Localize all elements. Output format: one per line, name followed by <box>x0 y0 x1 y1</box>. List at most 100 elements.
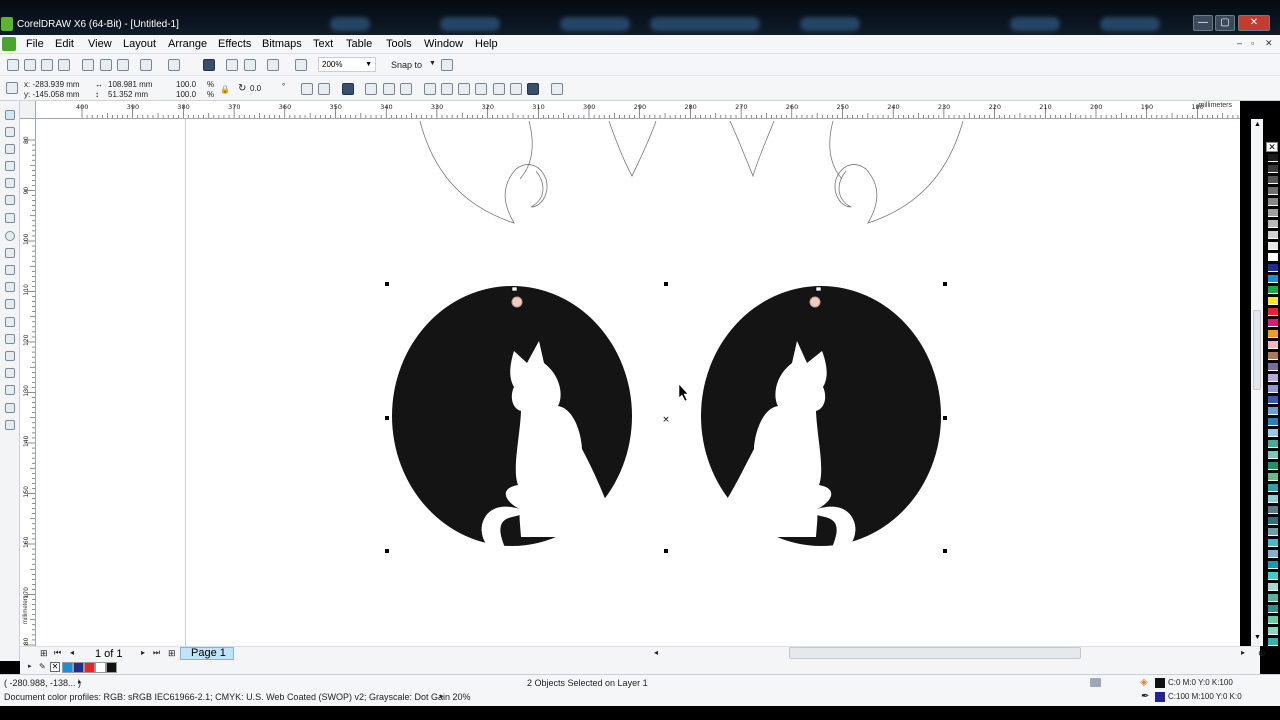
open-icon[interactable] <box>24 59 36 71</box>
text-tool-icon[interactable] <box>5 282 15 292</box>
ruler-origin-corner[interactable] <box>20 101 36 119</box>
doc-minimize-icon[interactable]: – <box>1237 38 1242 48</box>
shape-tool-icon[interactable] <box>5 127 15 137</box>
profiles-menu-icon[interactable]: ▸ <box>440 692 444 700</box>
lock-ratio-icon[interactable]: 🔒 <box>220 85 230 94</box>
back-minus-front-icon[interactable] <box>510 83 522 95</box>
palette-swatch[interactable] <box>1268 341 1278 349</box>
palette-swatch[interactable] <box>1268 539 1278 547</box>
prev-page-icon[interactable]: ◂ <box>70 648 74 657</box>
transparency-tool-icon[interactable] <box>5 368 15 378</box>
doc-palette-menu-icon[interactable]: ▸ <box>28 662 32 670</box>
palette-swatch[interactable] <box>1268 319 1278 327</box>
x-position-field[interactable]: x: -283.939 mm <box>24 80 80 89</box>
cat-disc-left[interactable] <box>392 286 632 551</box>
add-page-after-icon[interactable]: ⊞ <box>168 648 176 659</box>
palette-swatch[interactable] <box>1268 264 1278 272</box>
y-position-field[interactable]: y: -145.058 mm <box>24 90 80 99</box>
palette-swatch[interactable] <box>1268 506 1278 514</box>
palette-swatch[interactable] <box>1268 286 1278 294</box>
scale-y-field[interactable]: 100.0 <box>176 90 196 99</box>
status-info-icon[interactable] <box>1090 678 1101 687</box>
undo-icon[interactable] <box>140 59 152 71</box>
document-palette-swatch[interactable] <box>84 662 95 673</box>
menu-table[interactable]: Table <box>346 38 372 50</box>
palette-swatch[interactable] <box>1268 638 1278 646</box>
freehand-tool-icon[interactable] <box>5 178 15 188</box>
table-tool-icon[interactable] <box>5 299 15 309</box>
palette-swatch[interactable] <box>1268 198 1278 206</box>
outline-pen-tool-icon[interactable] <box>5 403 15 413</box>
palette-swatch[interactable] <box>1268 550 1278 558</box>
selection-center-mark[interactable]: × <box>662 415 670 425</box>
palette-swatch[interactable] <box>1268 528 1278 536</box>
palette-swatch[interactable] <box>1268 385 1278 393</box>
drawing-canvas[interactable]: × <box>36 119 1240 646</box>
palette-swatch[interactable] <box>1268 627 1278 635</box>
new-icon[interactable] <box>7 59 19 71</box>
blend-tool-icon[interactable] <box>5 351 15 361</box>
palette-swatch[interactable] <box>1268 616 1278 624</box>
palette-swatch[interactable] <box>1268 352 1278 360</box>
weld-icon[interactable] <box>424 83 436 95</box>
doc-close-icon[interactable]: ✕ <box>1265 38 1273 49</box>
polygon-tool-icon[interactable] <box>5 248 15 258</box>
palette-swatch[interactable] <box>1268 330 1278 338</box>
horizontal-scroll-thumb[interactable] <box>789 647 1081 659</box>
height-field[interactable]: 51.352 mm <box>108 90 148 99</box>
menu-text[interactable]: Text <box>313 38 333 50</box>
align-distribute-icon[interactable] <box>551 83 563 95</box>
print-icon[interactable] <box>58 59 70 71</box>
palette-swatch[interactable] <box>1268 462 1278 470</box>
palette-swatch[interactable] <box>1268 275 1278 283</box>
palette-swatch[interactable] <box>1268 374 1278 382</box>
palette-swatch[interactable] <box>1268 572 1278 580</box>
cursor-menu-icon[interactable]: ▸ <box>78 678 82 686</box>
menu-tools[interactable]: Tools <box>386 38 412 50</box>
crop-tool-icon[interactable] <box>5 144 15 154</box>
menu-edit[interactable]: Edit <box>55 38 74 50</box>
scroll-left-icon[interactable]: ◂ <box>654 648 658 657</box>
ungroup-all-icon[interactable] <box>400 83 412 95</box>
palette-swatch[interactable] <box>1268 451 1278 459</box>
rotation-angle-field[interactable]: 0.0 <box>250 84 261 93</box>
export-icon[interactable] <box>244 59 256 71</box>
fill-color-swatch[interactable] <box>1155 678 1165 688</box>
fill-tool-icon[interactable] <box>5 420 15 430</box>
publish-pdf-icon[interactable] <box>267 59 279 71</box>
menu-layout[interactable]: Layout <box>123 38 156 50</box>
menu-view[interactable]: View <box>88 38 112 50</box>
scroll-down-icon[interactable]: ▼ <box>1254 634 1261 641</box>
width-field[interactable]: 108.981 mm <box>108 80 152 89</box>
cat-disc-right[interactable] <box>701 286 941 551</box>
simplify-icon[interactable] <box>475 83 487 95</box>
next-page-icon[interactable]: ▸ <box>141 648 145 657</box>
palette-swatch[interactable] <box>1268 407 1278 415</box>
front-minus-back-icon[interactable] <box>493 83 505 95</box>
palette-swatch[interactable] <box>1268 396 1278 404</box>
palette-swatch[interactable] <box>1268 231 1278 239</box>
palette-swatch[interactable] <box>1268 165 1278 173</box>
create-boundary-icon[interactable] <box>527 83 539 95</box>
palette-swatch[interactable] <box>1268 594 1278 602</box>
palette-swatch[interactable] <box>1268 154 1278 162</box>
palette-swatch[interactable] <box>1268 561 1278 569</box>
mirror-vertical-icon[interactable] <box>318 83 330 95</box>
mirror-horizontal-icon[interactable] <box>301 83 313 95</box>
palette-swatch[interactable] <box>1268 297 1278 305</box>
palette-swatch[interactable] <box>1268 253 1278 261</box>
save-icon[interactable] <box>41 59 53 71</box>
ellipse-tool-icon[interactable] <box>5 231 15 241</box>
scroll-up-icon[interactable]: ▲ <box>1254 121 1261 128</box>
scroll-right-icon[interactable]: ▸ <box>1241 648 1245 657</box>
palette-swatch[interactable] <box>1268 363 1278 371</box>
ungroup-icon[interactable] <box>383 83 395 95</box>
zoom-tool-icon[interactable] <box>5 161 15 171</box>
palette-swatch[interactable] <box>1268 495 1278 503</box>
palette-swatch[interactable] <box>1268 517 1278 525</box>
add-page-icon[interactable]: ⊞ <box>40 648 48 659</box>
eyedropper-icon[interactable]: ✎ <box>39 662 46 671</box>
group-icon[interactable] <box>365 83 377 95</box>
palette-swatch[interactable] <box>1268 484 1278 492</box>
document-palette-swatch[interactable] <box>95 662 106 673</box>
